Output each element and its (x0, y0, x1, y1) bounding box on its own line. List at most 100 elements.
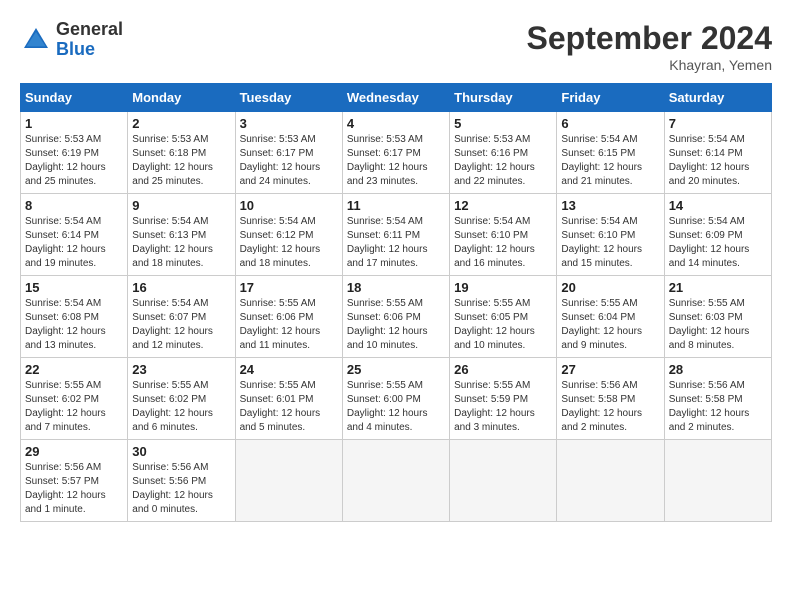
day-info: Sunrise: 5:55 AM Sunset: 6:02 PM Dayligh… (25, 379, 123, 435)
calendar-week-3: 15 Sunrise: 5:54 AM Sunset: 6:08 PM Dayl… (21, 276, 772, 358)
day-info: Sunrise: 5:54 AM Sunset: 6:14 PM Dayligh… (669, 133, 767, 189)
day-info: Sunrise: 5:55 AM Sunset: 6:02 PM Dayligh… (132, 379, 230, 435)
col-header-thursday: Thursday (450, 84, 557, 112)
day-info: Sunrise: 5:54 AM Sunset: 6:10 PM Dayligh… (454, 215, 552, 271)
calendar-cell: 14 Sunrise: 5:54 AM Sunset: 6:09 PM Dayl… (664, 194, 771, 276)
day-info: Sunrise: 5:53 AM Sunset: 6:17 PM Dayligh… (347, 133, 445, 189)
calendar-cell (235, 440, 342, 522)
day-info: Sunrise: 5:54 AM Sunset: 6:12 PM Dayligh… (240, 215, 338, 271)
day-number: 18 (347, 280, 445, 295)
calendar-cell (664, 440, 771, 522)
day-number: 22 (25, 362, 123, 377)
day-info: Sunrise: 5:55 AM Sunset: 6:05 PM Dayligh… (454, 297, 552, 353)
calendar-cell: 12 Sunrise: 5:54 AM Sunset: 6:10 PM Dayl… (450, 194, 557, 276)
calendar-cell: 27 Sunrise: 5:56 AM Sunset: 5:58 PM Dayl… (557, 358, 664, 440)
calendar-cell (342, 440, 449, 522)
col-header-monday: Monday (128, 84, 235, 112)
day-number: 19 (454, 280, 552, 295)
calendar-cell: 24 Sunrise: 5:55 AM Sunset: 6:01 PM Dayl… (235, 358, 342, 440)
header-row: SundayMondayTuesdayWednesdayThursdayFrid… (21, 84, 772, 112)
calendar-cell: 10 Sunrise: 5:54 AM Sunset: 6:12 PM Dayl… (235, 194, 342, 276)
day-number: 12 (454, 198, 552, 213)
calendar-week-1: 1 Sunrise: 5:53 AM Sunset: 6:19 PM Dayli… (21, 112, 772, 194)
day-number: 29 (25, 444, 123, 459)
day-info: Sunrise: 5:54 AM Sunset: 6:13 PM Dayligh… (132, 215, 230, 271)
calendar-cell: 11 Sunrise: 5:54 AM Sunset: 6:11 PM Dayl… (342, 194, 449, 276)
day-number: 24 (240, 362, 338, 377)
col-header-saturday: Saturday (664, 84, 771, 112)
day-info: Sunrise: 5:54 AM Sunset: 6:07 PM Dayligh… (132, 297, 230, 353)
calendar-cell: 9 Sunrise: 5:54 AM Sunset: 6:13 PM Dayli… (128, 194, 235, 276)
calendar-cell (557, 440, 664, 522)
day-info: Sunrise: 5:55 AM Sunset: 6:03 PM Dayligh… (669, 297, 767, 353)
day-info: Sunrise: 5:55 AM Sunset: 6:04 PM Dayligh… (561, 297, 659, 353)
calendar-cell: 25 Sunrise: 5:55 AM Sunset: 6:00 PM Dayl… (342, 358, 449, 440)
day-number: 16 (132, 280, 230, 295)
calendar-cell: 28 Sunrise: 5:56 AM Sunset: 5:58 PM Dayl… (664, 358, 771, 440)
calendar-cell: 8 Sunrise: 5:54 AM Sunset: 6:14 PM Dayli… (21, 194, 128, 276)
day-info: Sunrise: 5:54 AM Sunset: 6:10 PM Dayligh… (561, 215, 659, 271)
day-number: 17 (240, 280, 338, 295)
col-header-wednesday: Wednesday (342, 84, 449, 112)
calendar-cell: 6 Sunrise: 5:54 AM Sunset: 6:15 PM Dayli… (557, 112, 664, 194)
logo-blue: Blue (56, 40, 123, 60)
day-number: 20 (561, 280, 659, 295)
calendar-cell (450, 440, 557, 522)
calendar-cell: 1 Sunrise: 5:53 AM Sunset: 6:19 PM Dayli… (21, 112, 128, 194)
day-number: 11 (347, 198, 445, 213)
day-number: 15 (25, 280, 123, 295)
day-number: 30 (132, 444, 230, 459)
calendar-cell: 4 Sunrise: 5:53 AM Sunset: 6:17 PM Dayli… (342, 112, 449, 194)
calendar-week-2: 8 Sunrise: 5:54 AM Sunset: 6:14 PM Dayli… (21, 194, 772, 276)
logo-general: General (56, 20, 123, 40)
calendar-cell: 19 Sunrise: 5:55 AM Sunset: 6:05 PM Dayl… (450, 276, 557, 358)
day-info: Sunrise: 5:54 AM Sunset: 6:14 PM Dayligh… (25, 215, 123, 271)
calendar-week-4: 22 Sunrise: 5:55 AM Sunset: 6:02 PM Dayl… (21, 358, 772, 440)
calendar-cell: 2 Sunrise: 5:53 AM Sunset: 6:18 PM Dayli… (128, 112, 235, 194)
calendar-cell: 17 Sunrise: 5:55 AM Sunset: 6:06 PM Dayl… (235, 276, 342, 358)
day-info: Sunrise: 5:55 AM Sunset: 5:59 PM Dayligh… (454, 379, 552, 435)
calendar-cell: 7 Sunrise: 5:54 AM Sunset: 6:14 PM Dayli… (664, 112, 771, 194)
day-number: 10 (240, 198, 338, 213)
calendar-cell: 30 Sunrise: 5:56 AM Sunset: 5:56 PM Dayl… (128, 440, 235, 522)
day-number: 13 (561, 198, 659, 213)
day-info: Sunrise: 5:55 AM Sunset: 6:01 PM Dayligh… (240, 379, 338, 435)
day-info: Sunrise: 5:54 AM Sunset: 6:15 PM Dayligh… (561, 133, 659, 189)
day-info: Sunrise: 5:56 AM Sunset: 5:57 PM Dayligh… (25, 461, 123, 517)
day-info: Sunrise: 5:53 AM Sunset: 6:18 PM Dayligh… (132, 133, 230, 189)
day-number: 3 (240, 116, 338, 131)
logo-icon (20, 24, 52, 56)
calendar-cell: 20 Sunrise: 5:55 AM Sunset: 6:04 PM Dayl… (557, 276, 664, 358)
day-number: 5 (454, 116, 552, 131)
day-info: Sunrise: 5:56 AM Sunset: 5:56 PM Dayligh… (132, 461, 230, 517)
day-number: 28 (669, 362, 767, 377)
calendar-table: SundayMondayTuesdayWednesdayThursdayFrid… (20, 83, 772, 522)
day-info: Sunrise: 5:54 AM Sunset: 6:11 PM Dayligh… (347, 215, 445, 271)
day-number: 25 (347, 362, 445, 377)
col-header-sunday: Sunday (21, 84, 128, 112)
day-number: 27 (561, 362, 659, 377)
day-info: Sunrise: 5:55 AM Sunset: 6:00 PM Dayligh… (347, 379, 445, 435)
day-info: Sunrise: 5:54 AM Sunset: 6:09 PM Dayligh… (669, 215, 767, 271)
day-info: Sunrise: 5:53 AM Sunset: 6:16 PM Dayligh… (454, 133, 552, 189)
calendar-cell: 22 Sunrise: 5:55 AM Sunset: 6:02 PM Dayl… (21, 358, 128, 440)
month-year: September 2024 (527, 20, 772, 57)
day-info: Sunrise: 5:53 AM Sunset: 6:19 PM Dayligh… (25, 133, 123, 189)
day-info: Sunrise: 5:56 AM Sunset: 5:58 PM Dayligh… (561, 379, 659, 435)
logo: General Blue (20, 20, 123, 60)
day-info: Sunrise: 5:56 AM Sunset: 5:58 PM Dayligh… (669, 379, 767, 435)
calendar-cell: 29 Sunrise: 5:56 AM Sunset: 5:57 PM Dayl… (21, 440, 128, 522)
calendar-cell: 13 Sunrise: 5:54 AM Sunset: 6:10 PM Dayl… (557, 194, 664, 276)
page-header: General Blue September 2024 Khayran, Yem… (20, 20, 772, 73)
day-number: 14 (669, 198, 767, 213)
calendar-cell: 18 Sunrise: 5:55 AM Sunset: 6:06 PM Dayl… (342, 276, 449, 358)
logo-text: General Blue (56, 20, 123, 60)
day-number: 23 (132, 362, 230, 377)
day-info: Sunrise: 5:55 AM Sunset: 6:06 PM Dayligh… (240, 297, 338, 353)
location: Khayran, Yemen (527, 57, 772, 73)
calendar-cell: 16 Sunrise: 5:54 AM Sunset: 6:07 PM Dayl… (128, 276, 235, 358)
day-number: 1 (25, 116, 123, 131)
day-info: Sunrise: 5:54 AM Sunset: 6:08 PM Dayligh… (25, 297, 123, 353)
col-header-friday: Friday (557, 84, 664, 112)
day-info: Sunrise: 5:55 AM Sunset: 6:06 PM Dayligh… (347, 297, 445, 353)
